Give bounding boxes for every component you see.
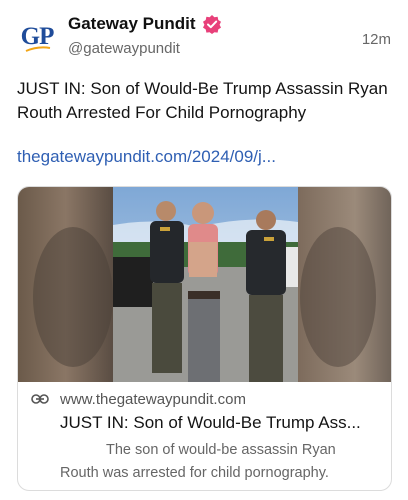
verified-badge-icon <box>202 15 221 34</box>
post-link[interactable]: thegatewaypundit.com/2024/09/j... <box>17 147 276 167</box>
display-name[interactable]: Gateway Pundit <box>68 14 196 34</box>
post-text: JUST IN: Son of Would-Be Trump Assassin … <box>17 79 388 122</box>
avatar[interactable]: GP <box>17 16 57 56</box>
card-title[interactable]: JUST IN: Son of Would-Be Trump Ass... <box>60 413 382 433</box>
display-name-row: Gateway Pundit <box>68 14 222 34</box>
post-timestamp: 12m <box>361 31 391 48</box>
card-description: The son of would-be assassin Ryan Routh … <box>60 442 336 481</box>
post[interactable]: GP Gateway Pundit @gatewaypundit 12m JUS… <box>0 0 408 500</box>
card-domain: www.thegatewaypundit.com <box>60 391 246 408</box>
card-body[interactable]: www.thegatewaypundit.com JUST IN: Son of… <box>18 382 391 490</box>
link-icon <box>31 394 49 404</box>
user-handle[interactable]: @gatewaypundit <box>68 40 180 57</box>
logo-swoosh-icon <box>25 46 51 52</box>
link-preview-card[interactable]: www.thegatewaypundit.com JUST IN: Son of… <box>17 186 392 491</box>
preview-image[interactable] <box>18 187 392 382</box>
post-header: GP Gateway Pundit @gatewaypundit 12m <box>17 12 397 62</box>
